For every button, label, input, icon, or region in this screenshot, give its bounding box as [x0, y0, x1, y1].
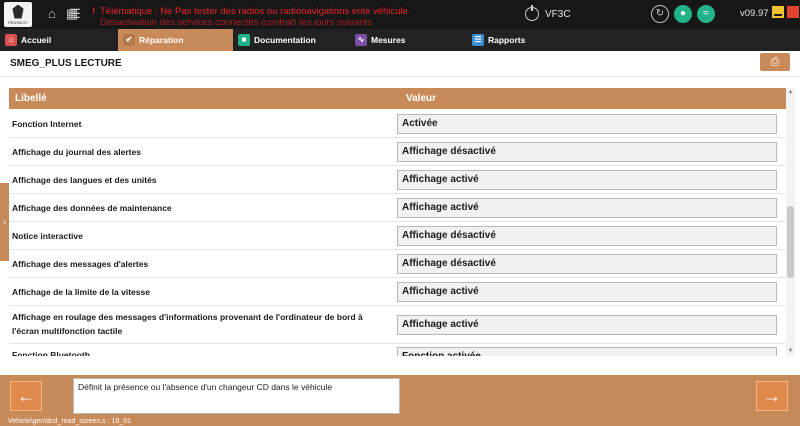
tab-label: Réparation [139, 35, 184, 45]
next-button[interactable]: → [756, 381, 788, 411]
row-label: Affichage des données de maintenance [12, 203, 172, 213]
home-icon: ⌂ [5, 34, 17, 46]
row-label: Affichage des langues et des unités [12, 175, 157, 185]
alert-message: ! Télématique : Ne Pas tester des radios … [92, 6, 412, 26]
table-row[interactable]: Affichage des langues et des unités Affi… [9, 166, 786, 194]
help-description: Définit la présence ou l'absence d'un ch… [73, 378, 400, 414]
table-row[interactable]: Notice interactive Affichage désactivé [9, 222, 786, 250]
refresh-icon[interactable]: ↻ [651, 5, 669, 23]
scroll-thumb[interactable] [787, 206, 794, 278]
minimize-button[interactable] [772, 6, 784, 18]
row-value: Affichage activé [397, 315, 777, 335]
screen-path: Vehicle\gen\dcd_read_screen.s : 18_01 [8, 418, 131, 425]
previous-button[interactable]: ← [10, 381, 42, 411]
row-label: Affichage de la limite de la vitesse [12, 287, 150, 297]
tab-accueil[interactable]: ⌂ Accueil [0, 29, 118, 51]
row-value: Affichage désactivé [397, 142, 777, 162]
printer-icon: ⎙ [770, 56, 780, 68]
tab-label: Rapports [488, 35, 526, 45]
row-value: Affichage activé [397, 198, 777, 218]
brand-logo: PEUGEOT [4, 2, 32, 27]
wrench-icon: ✔ [123, 34, 135, 46]
table-scrollbar[interactable]: ▲ ▼ [786, 88, 795, 356]
parameters-table: Libellé Valeur Fonction Internet Activée… [9, 88, 786, 356]
tab-mesures[interactable]: ∿ Mesures [350, 29, 467, 51]
vehicle-indicator[interactable]: VF3C [525, 5, 571, 22]
arrow-right-icon: → [763, 386, 781, 406]
table-row[interactable]: Affichage des messages d'alertes Afficha… [9, 250, 786, 278]
row-label: Affichage des messages d'alertes [12, 259, 149, 269]
column-header-value: Valeur [406, 93, 437, 104]
scroll-down-arrow-icon[interactable]: ▼ [786, 347, 795, 356]
table-row[interactable]: Fonction Internet Activée [9, 109, 786, 138]
main-nav: ⌂ Accueil ✔ Réparation ■ Documentation ∿… [0, 29, 800, 51]
row-value: Fonction activée [397, 347, 777, 356]
user-icon[interactable]: ● [674, 5, 692, 23]
row-label: Notice interactive [12, 231, 83, 241]
status-bar: Vehicle\gen\dcd_read_screen.s : 18_01 [0, 417, 800, 426]
row-label: Fonction Bluetooth [12, 350, 90, 356]
page-title: SMEG_PLUS LECTURE [10, 58, 122, 69]
tab-rapports[interactable]: ☰ Rapports [467, 29, 587, 51]
table-row[interactable]: Fonction Bluetooth Fonction activée [9, 344, 786, 356]
home-icon[interactable]: ⌂ [44, 6, 60, 22]
side-panel-toggle[interactable]: › [0, 183, 9, 261]
power-icon[interactable] [525, 5, 539, 21]
close-button[interactable] [787, 6, 799, 18]
lion-logo-icon [12, 4, 24, 19]
title-divider [0, 76, 800, 77]
waveform-icon: ∿ [355, 34, 367, 46]
print-button[interactable]: ⎙ [760, 53, 790, 71]
footer-bar: ← Définit la présence ou l'absence d'un … [0, 375, 800, 417]
row-value: Affichage activé [397, 170, 777, 190]
column-header-label: Libellé [15, 93, 47, 104]
tab-reparation[interactable]: ✔ Réparation [118, 29, 233, 51]
row-value: Activée [397, 114, 777, 134]
table-row[interactable]: Affichage de la limite de la vitesse Aff… [9, 278, 786, 306]
list-icon[interactable]: ☰ [67, 6, 83, 22]
row-label: Fonction Internet [12, 119, 82, 129]
vin-text: VF3C [545, 8, 571, 20]
book-icon: ■ [238, 34, 250, 46]
row-value: Affichage activé [397, 282, 777, 302]
wifi-icon[interactable]: ≈ [697, 5, 715, 23]
top-bar: PEUGEOT ⌂ ▦ ☰ ☰ !Télématique : Ne Pas te… [0, 0, 800, 29]
chevron-right-icon: › [3, 217, 6, 227]
alert-line-2: Desactivation des services connectés (co… [100, 17, 372, 26]
report-icon: ☰ [472, 34, 484, 46]
version-label: v09.97 [740, 8, 769, 19]
row-label: Affichage en roulage des messages d'info… [12, 312, 363, 336]
table-row[interactable]: Affichage en roulage des messages d'info… [9, 306, 786, 344]
row-value: Affichage désactivé [397, 254, 777, 274]
tab-label: Accueil [21, 35, 52, 45]
warning-icon: ! [92, 6, 96, 17]
row-label: Affichage du journal des alertes [12, 147, 141, 157]
table-header: Libellé Valeur [9, 88, 786, 109]
app-window: PEUGEOT ⌂ ▦ ☰ ☰ !Télématique : Ne Pas te… [0, 0, 800, 426]
tab-label: Documentation [254, 35, 316, 45]
row-value: Affichage désactivé [397, 226, 777, 246]
tab-documentation[interactable]: ■ Documentation [233, 29, 350, 51]
table-row[interactable]: Affichage du journal des alertes Afficha… [9, 138, 786, 166]
table-row[interactable]: Affichage des données de maintenance Aff… [9, 194, 786, 222]
logo-text: PEUGEOT [8, 19, 28, 25]
tab-label: Mesures [371, 35, 406, 45]
arrow-left-icon: ← [17, 386, 35, 406]
scroll-up-arrow-icon[interactable]: ▲ [786, 88, 795, 97]
alert-line-1: Télématique : Ne Pas tester des radios o… [100, 6, 411, 17]
